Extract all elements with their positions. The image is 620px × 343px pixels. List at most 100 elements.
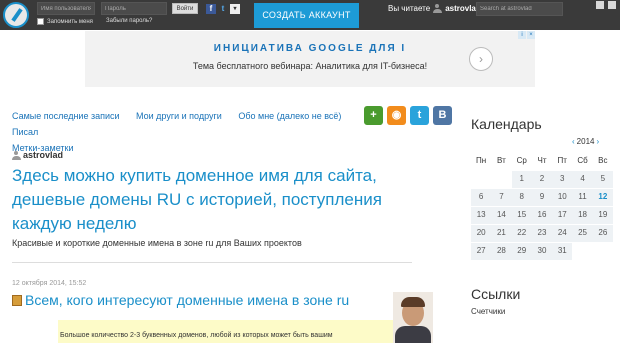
menu-icon[interactable] [596, 1, 604, 9]
add-plus-icon[interactable]: + [364, 106, 383, 125]
calendar-day[interactable]: 30 [531, 243, 553, 261]
calendar-day[interactable]: 18 [572, 207, 593, 225]
calendar-day[interactable]: 21 [491, 225, 512, 243]
links-heading: Ссылки [471, 286, 521, 302]
nav-recent-entries[interactable]: Самые последние записи [12, 111, 120, 121]
calendar-weekday: Ср [511, 153, 532, 171]
calendar-day[interactable]: 4 [572, 171, 593, 189]
calendar-day[interactable]: 27 [471, 243, 492, 261]
calendar-day[interactable]: 22 [511, 225, 532, 243]
journal-nav: Самые последние записи Мои други и подру… [12, 108, 357, 156]
calendar-day[interactable]: 10 [552, 189, 573, 207]
calendar-day[interactable]: 11 [572, 189, 593, 207]
twitter-icon[interactable]: t [410, 106, 429, 125]
post-date: 12 октября 2014, 15:52 [12, 280, 87, 287]
calendar-day[interactable]: 31 [552, 243, 573, 261]
facebook-login-icon[interactable]: f [206, 4, 216, 14]
create-account-button[interactable]: СОЗДАТЬ АККАУНТ [254, 3, 359, 28]
ad-choices[interactable]: i × [518, 31, 535, 39]
divider [12, 262, 412, 263]
forgot-password-link[interactable]: Забыли пароль? [106, 18, 152, 24]
ad-close-icon[interactable]: × [527, 31, 535, 39]
calendar-day[interactable]: 7 [491, 189, 512, 207]
reading-journal: Вы читаете astrovlad [388, 4, 481, 13]
calendar-day [471, 171, 492, 189]
rss-icon[interactable]: ◉ [387, 106, 406, 125]
calendar-week-row: 13 14 15 16 17 18 19 [471, 207, 613, 225]
calendar-day[interactable]: 23 [531, 225, 553, 243]
calendar-day[interactable]: 25 [572, 225, 593, 243]
checkbox-icon[interactable] [37, 18, 44, 25]
calendar-day[interactable]: 16 [531, 207, 553, 225]
calendar-day-today[interactable]: 12 [592, 189, 613, 207]
vk-icon[interactable]: B [433, 106, 452, 125]
calendar-day[interactable]: 28 [491, 243, 512, 261]
calendar-day[interactable]: 19 [592, 207, 613, 225]
nav-wrote[interactable]: Писал [12, 127, 38, 137]
remember-me-label: Запомнить меня [47, 18, 93, 25]
photo-body [395, 326, 431, 343]
dropdown-icon[interactable]: ▾ [230, 4, 240, 14]
calendar-day[interactable]: 3 [552, 171, 573, 189]
nav-friends[interactable]: Мои други и подруги [136, 111, 222, 121]
calendar-weekday: Пн [471, 153, 492, 171]
calendar-year[interactable]: 2014 [577, 137, 595, 146]
adchoices-icon[interactable]: i [518, 31, 526, 39]
author-photo [393, 292, 433, 343]
post-title-link[interactable]: Всем, кого интересуют доменные имена в з… [12, 292, 349, 308]
search-input[interactable] [476, 2, 563, 16]
calendar-day[interactable]: 17 [552, 207, 573, 225]
calendar-day[interactable]: 5 [592, 171, 613, 189]
calendar-week-row: 6 7 8 9 10 11 12 [471, 189, 613, 207]
password-input[interactable] [101, 2, 167, 15]
calendar-day[interactable]: 20 [471, 225, 492, 243]
calendar-next-icon[interactable]: › [596, 137, 599, 146]
calendar-week-row: 27 28 29 30 31 [471, 243, 613, 261]
calendar-day[interactable]: 13 [471, 207, 492, 225]
calendar-day [592, 243, 613, 261]
login-button[interactable]: Войти [172, 3, 198, 14]
calendar-week-row: 20 21 22 23 24 25 26 [471, 225, 613, 243]
calendar-day[interactable]: 24 [552, 225, 573, 243]
reading-label: Вы читаете [388, 4, 431, 13]
calendar-weekday: Сб [572, 153, 593, 171]
post-title-text[interactable]: Всем, кого интересуют доменные имена в з… [25, 292, 349, 308]
calendar-weekday: Пт [552, 153, 573, 171]
calendar-weekday: Вс [592, 153, 613, 171]
calendar-day[interactable]: 9 [531, 189, 553, 207]
post-author[interactable]: astrovlad [12, 150, 63, 160]
ad-arrow-icon[interactable]: › [469, 47, 493, 71]
calendar-grid: Пн Вт Ср Чт Пт Сб Вс 1 2 3 4 5 6 7 8 9 10 11 12 13 14 15 16 17 1… [471, 153, 613, 261]
links-item[interactable]: Счетчики [471, 307, 505, 316]
page-title[interactable]: Здесь можно купить доменное имя для сайт… [12, 164, 407, 236]
author-name[interactable]: astrovlad [23, 150, 63, 160]
close-icon[interactable] [608, 1, 616, 9]
calendar-day [491, 171, 512, 189]
ad-banner[interactable]: i × ИНИЦИАТИВА GOOGLE ДЛЯ I Тема бесплатн… [85, 31, 535, 87]
calendar-day[interactable]: 29 [511, 243, 532, 261]
calendar-weekday: Вт [491, 153, 512, 171]
calendar-day[interactable]: 14 [491, 207, 512, 225]
calendar-day[interactable]: 26 [592, 225, 613, 243]
calendar-day [572, 243, 593, 261]
calendar-year-nav: ‹ 2014 › [572, 137, 599, 146]
post-excerpt: Большое количество 2-3 буквенных доменов… [58, 320, 393, 343]
remember-me-checkbox[interactable]: Запомнить меня [37, 18, 93, 25]
calendar-week-row: 12345 [471, 171, 613, 189]
page-subtitle: Красивые и короткие доменные имена в зон… [12, 238, 302, 248]
calendar-day[interactable]: 1 [511, 171, 532, 189]
calendar-heading: Календарь [471, 116, 542, 132]
calendar-day[interactable]: 15 [511, 207, 532, 225]
calendar-day[interactable]: 2 [531, 171, 553, 189]
calendar-day[interactable]: 6 [471, 189, 492, 207]
user-icon [12, 150, 21, 160]
twitter-login-icon[interactable]: t [218, 4, 228, 14]
username-input[interactable] [37, 2, 95, 15]
site-logo-icon[interactable] [3, 2, 29, 28]
user-icon [433, 4, 443, 13]
ad-title: ИНИЦИАТИВА GOOGLE ДЛЯ I [213, 43, 407, 54]
photo-hair [401, 297, 425, 307]
calendar-prev-icon[interactable]: ‹ [572, 137, 575, 146]
calendar-day[interactable]: 8 [511, 189, 532, 207]
nav-about[interactable]: Обо мне (далеко не всё) [238, 111, 341, 121]
